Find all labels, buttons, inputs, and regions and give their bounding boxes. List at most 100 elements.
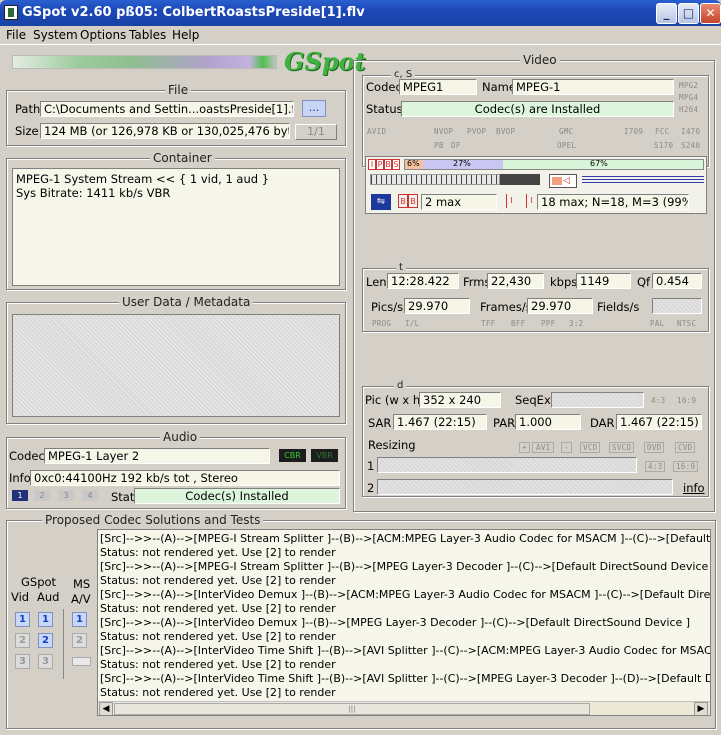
audio-tab-3[interactable]: 3 <box>58 490 74 501</box>
vbr-indicator: VBR <box>311 449 338 462</box>
tag-prog: PROG <box>372 319 392 328</box>
list-item[interactable]: [Src]-->>--(A)-->[InterVideo Time Shift … <box>100 644 710 658</box>
fields-label: Fields/s <box>597 300 640 314</box>
flag-s170: S170 <box>654 141 674 150</box>
flag-opel: OPEL <box>557 141 577 150</box>
len-field: 12:28.422 <box>387 273 459 289</box>
vid-3-button[interactable]: 3 <box>15 654 30 669</box>
resize-vcd-button[interactable]: VCD <box>580 442 601 453</box>
gop-b-tag-2: B <box>408 194 418 208</box>
list-item[interactable]: Status: not rendered yet. Use [2] to ren… <box>100 546 710 560</box>
list-item[interactable]: [Src]-->>--(A)-->[InterVideo Time Shift … <box>100 672 710 686</box>
userdata-group: User Data / Metadata <box>6 295 346 424</box>
frame-preview-icon: ◁ <box>549 174 577 188</box>
gspot-label: GSpot <box>21 575 57 589</box>
vid-1-button[interactable]: 1 <box>15 612 30 627</box>
frame-i-tag: I <box>368 159 376 170</box>
scroll-left-button[interactable]: ◀ <box>99 702 113 715</box>
menu-help[interactable]: Help <box>172 28 199 42</box>
list-item[interactable]: Status: not rendered yet. Use [2] to ren… <box>100 686 710 700</box>
gop-b-tag-1: B <box>398 194 408 208</box>
av-2-button[interactable]: 2 <box>72 633 87 648</box>
browse-button[interactable]: ... <box>302 100 326 117</box>
scroll-thumb[interactable]: ||| <box>114 703 590 715</box>
maximize-button[interactable]: □ <box>678 3 699 24</box>
video-status-field: Codec(s) are Installed <box>401 101 674 117</box>
audio-tab-4[interactable]: 4 <box>82 490 98 501</box>
resize-plus-button[interactable]: + <box>519 442 530 453</box>
tag-pal: PAL <box>650 319 665 328</box>
path-field[interactable]: C:\Documents and Settin...oastsPreside[1… <box>40 101 294 117</box>
resize-dvd-button[interactable]: DVD <box>644 442 665 453</box>
frame-b-tag: B <box>384 159 392 170</box>
resize-avi-button[interactable]: AVI <box>532 442 555 453</box>
resize-svcd-button[interactable]: SVCD <box>609 442 635 453</box>
timing-subgroup: t Len 12:28.422 Frms 22,430 kbps 1149 Qf… <box>362 262 709 332</box>
list-item[interactable]: Status: not rendered yet. Use [2] to ren… <box>100 574 710 588</box>
resizing-label: Resizing <box>368 438 416 452</box>
size-label: Size <box>15 124 39 138</box>
window-title: GSpot v2.60 pß05: ColbertRoastsPreside[1… <box>22 5 365 20</box>
cbr-indicator: CBR <box>279 449 306 462</box>
vid-2-button[interactable]: 2 <box>15 633 30 648</box>
menu-tables[interactable]: Tables <box>129 28 166 42</box>
aud-3-button[interactable]: 3 <box>38 654 53 669</box>
scroll-right-button[interactable]: ▶ <box>694 702 708 715</box>
audio-group: Audio Codec MPEG-1 Layer 2 CBR VBR Info … <box>6 430 346 509</box>
flag-pb: PB <box>434 141 444 150</box>
frame-pattern-dark <box>500 174 540 185</box>
aud-1-button[interactable]: 1 <box>38 612 53 627</box>
list-item[interactable]: [Src]-->>--(A)-->[MPEG-I Stream Splitter… <box>100 532 710 546</box>
list-item[interactable]: Status: not rendered yet. Use [2] to ren… <box>100 658 710 672</box>
menu-system[interactable]: System <box>33 28 78 42</box>
activity-bar <box>12 55 277 69</box>
resize-row-1-label: 1 <box>367 459 375 473</box>
pct-b: 67% <box>590 159 608 168</box>
userdata-box <box>12 314 340 417</box>
codec-solutions-list[interactable]: [Src]-->>--(A)-->[MPEG-I Stream Splitter… <box>97 529 711 716</box>
flag-bvop: BVOP <box>496 127 516 136</box>
list-item[interactable]: Status: not rendered yet. Use [2] to ren… <box>100 602 710 616</box>
divider <box>63 609 64 679</box>
frame-p-tag: P <box>376 159 384 170</box>
horizontal-scrollbar[interactable]: ◀ ||| ▶ <box>98 701 710 715</box>
frame-pattern-strip <box>370 174 500 185</box>
list-item[interactable]: [Src]-->>--(A)-->[InterVideo Demux ]--(B… <box>100 616 710 630</box>
video-name-field: MPEG-1 <box>512 79 674 95</box>
audio-tab-1[interactable]: 1 <box>12 490 28 501</box>
list-item[interactable]: [Src]-->>--(A)-->[InterVideo Demux ]--(B… <box>100 588 710 602</box>
resize-cvd-button[interactable]: CVD <box>675 442 696 453</box>
tag-ntsc: NTSC <box>677 319 697 328</box>
resize-ar-43[interactable]: 4:3 <box>645 461 666 472</box>
audio-stat-field: Codec(s) Installed <box>134 488 340 504</box>
aud-2-button[interactable]: 2 <box>38 633 53 648</box>
dims-subgroup: d Pic (w x h) 352 x 240 SeqExt 4:3 16:9 … <box>362 380 709 497</box>
close-button[interactable]: ✕ <box>700 3 721 24</box>
dar-field: 1.467 (22:15) <box>616 414 702 430</box>
frame-s-tag: S <box>392 159 400 170</box>
page-indicator-button[interactable]: 1/1 <box>295 124 337 140</box>
tag-bff: BFF <box>511 319 526 328</box>
av-1-button[interactable]: 1 <box>72 612 87 627</box>
codec-solutions-group: Proposed Codec Solutions and Tests GSpot… <box>6 513 716 729</box>
menu-file[interactable]: File <box>6 28 26 42</box>
menu-bar: File System Options Tables Help <box>0 26 721 45</box>
audio-tab-2[interactable]: 2 <box>34 490 50 501</box>
pct-i: 6% <box>407 159 420 168</box>
frame-lines <box>582 176 704 184</box>
preview-i-block <box>552 177 562 185</box>
list-item[interactable]: [Src]-->>--(A)-->[MPEG-I Stream Splitter… <box>100 560 710 574</box>
flag-df: DF <box>451 141 461 150</box>
info-link[interactable]: info <box>683 481 705 495</box>
flag-fcc: FCC <box>655 127 670 136</box>
title-bar[interactable]: GSpot v2.60 pß05: ColbertRoastsPreside[1… <box>0 0 721 26</box>
size-field: 124 MB (or 126,978 KB or 130,025,476 byt… <box>40 123 290 139</box>
dims-title: d <box>394 380 407 391</box>
tag-il: I/L <box>405 319 420 328</box>
resize-ar-169[interactable]: 16:9 <box>673 461 699 472</box>
video-codec-field: MPEG1 <box>399 79 477 95</box>
resize-minus-button[interactable]: - <box>561 442 572 453</box>
menu-options[interactable]: Options <box>80 28 126 42</box>
minimize-button[interactable]: _ <box>656 3 677 24</box>
list-item[interactable]: Status: not rendered yet. Use [2] to ren… <box>100 630 710 644</box>
